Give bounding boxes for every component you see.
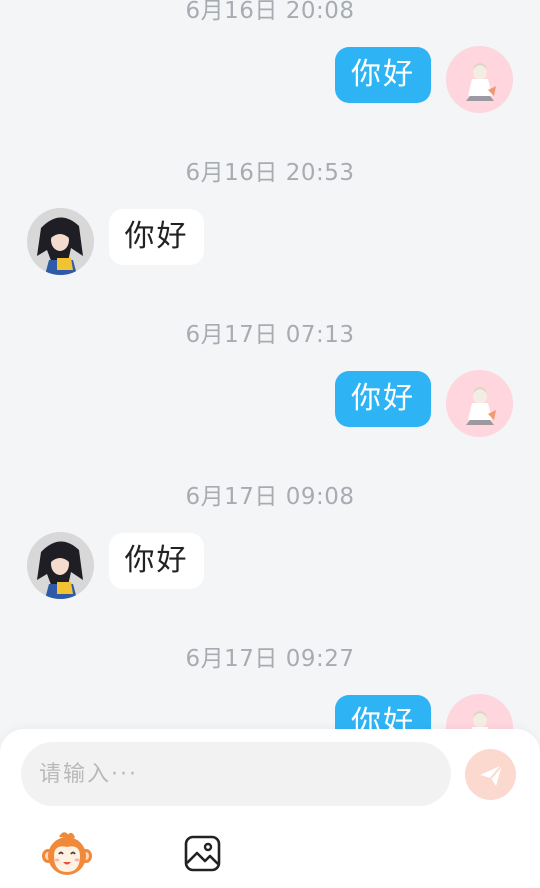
- avatar-self[interactable]: [446, 46, 513, 113]
- message-timestamp: 6月17日 09:27: [185, 646, 355, 672]
- message-bubble-self[interactable]: 你好: [335, 47, 431, 103]
- avatar-self-image: [446, 370, 513, 437]
- paper-plane-icon: [479, 763, 503, 786]
- avatar-self[interactable]: [446, 694, 513, 730]
- message-bubble-self[interactable]: 你好: [335, 371, 431, 427]
- avatar-other-image: [27, 208, 94, 275]
- image-picker-button[interactable]: [184, 835, 221, 872]
- send-button[interactable]: [465, 749, 516, 800]
- message-bubble-other[interactable]: 你好: [109, 209, 204, 265]
- message-timestamp: 6月16日 20:53: [185, 160, 355, 186]
- message-timestamp: 6月17日 07:13: [185, 322, 355, 348]
- emoji-button[interactable]: [42, 830, 92, 878]
- avatar-other[interactable]: [27, 208, 94, 275]
- message-timestamp: 6月17日 09:08: [185, 484, 355, 510]
- chat-screen: 6月16日 20:08 你好 6月16日 20:53 你好 6月17日 07:1…: [0, 0, 540, 888]
- monkey-face-icon: [42, 832, 92, 875]
- avatar-self-image: [446, 694, 513, 730]
- avatar-other-image: [27, 532, 94, 599]
- composer-panel: [0, 729, 540, 888]
- message-input[interactable]: [21, 742, 451, 806]
- message-list[interactable]: 6月16日 20:08 你好 6月16日 20:53 你好 6月17日 07:1…: [0, 0, 540, 730]
- avatar-self[interactable]: [446, 370, 513, 437]
- message-bubble-other[interactable]: 你好: [109, 533, 204, 589]
- message-bubble-self[interactable]: 你好: [335, 695, 431, 730]
- avatar-other[interactable]: [27, 532, 94, 599]
- message-timestamp: 6月16日 20:08: [185, 0, 355, 24]
- image-icon: [184, 835, 221, 872]
- avatar-self-image: [446, 46, 513, 113]
